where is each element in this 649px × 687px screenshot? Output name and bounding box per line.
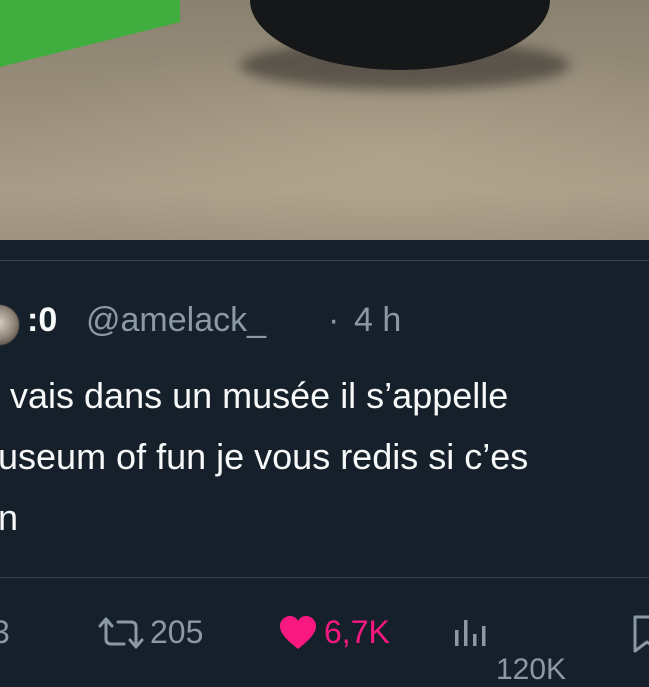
bookmark-icon — [632, 614, 649, 654]
tweet-media-image[interactable] — [0, 0, 649, 240]
time-separator: · — [328, 301, 340, 339]
divider-bottom — [0, 577, 649, 578]
author-display-name[interactable]: :0 — [27, 301, 57, 340]
divider-top — [0, 260, 649, 261]
reply-count: 3 — [0, 614, 10, 650]
tweet-timestamp[interactable]: 4 h — [354, 301, 401, 340]
tweet-text-line-1: vais dans un musée il s’appelle — [10, 375, 509, 416]
tweet-view: :0 @amelack_ · 4 h vais dans un musée il… — [0, 0, 649, 687]
author-handle[interactable]: @amelack_ — [86, 301, 266, 340]
heart-icon — [278, 615, 318, 651]
views-button[interactable] — [452, 614, 488, 650]
tweet-text-line-3: n — [0, 497, 19, 538]
bookmark-button[interactable] — [632, 614, 649, 654]
views-count: 120K — [496, 653, 567, 686]
avatar[interactable] — [0, 304, 20, 346]
views-icon — [452, 614, 488, 650]
retweet-icon — [98, 615, 144, 651]
retweet-button[interactable]: 205 — [98, 614, 203, 651]
like-button[interactable]: 6,7K — [278, 614, 390, 651]
tweet-text-line-2: useum of fun je vous redis si c’es — [0, 436, 529, 477]
retweet-count: 205 — [150, 614, 204, 650]
reply-button[interactable]: 3 — [0, 614, 10, 651]
like-count: 6,7K — [324, 614, 390, 650]
